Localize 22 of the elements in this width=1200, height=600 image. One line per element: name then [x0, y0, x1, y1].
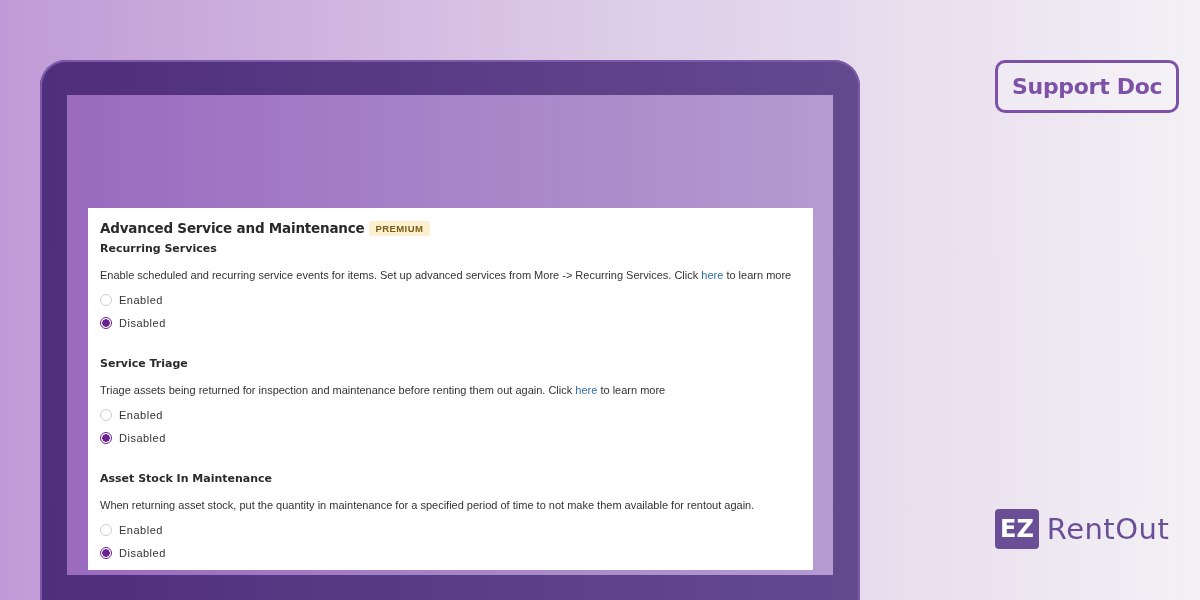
option-label: Disabled: [119, 432, 166, 444]
section-title: Recurring Services: [100, 241, 218, 257]
support-doc-badge: Support Doc: [995, 60, 1180, 113]
help-link[interactable]: here: [701, 269, 724, 281]
section-description: Enable scheduled and recurring service events for items. Set up advanced services from More -> Recurring Services. Click here to learn more: [100, 268, 793, 283]
help-link[interactable]: here: [575, 384, 598, 396]
section-description: Triage assets being returned for inspection and maintenance before renting them out again. Click here to learn more: [100, 383, 667, 398]
section-description: When returning asset stock, put the quantity in maintenance for a specified period of time to not make them available for rentout again.: [100, 498, 756, 513]
option-label: Enabled: [119, 409, 163, 421]
logo-name: RentOut: [1046, 512, 1170, 546]
option-label: Disabled: [119, 317, 166, 329]
radio-button[interactable]: [100, 432, 112, 444]
option-label: Disabled: [119, 547, 166, 559]
option-label: Enabled: [119, 294, 163, 306]
option-label: Enabled: [119, 524, 163, 536]
section-title: Asset Stock In Maintenance: [100, 471, 274, 487]
section-title: Service Triage: [100, 356, 189, 372]
premium-badge: PREMIUM: [368, 220, 431, 236]
radio-button[interactable]: [100, 317, 112, 329]
logo-mark: EZ: [995, 509, 1039, 549]
radio-button[interactable]: [100, 547, 112, 559]
panel-title: Advanced Service and Maintenance: [100, 220, 365, 236]
